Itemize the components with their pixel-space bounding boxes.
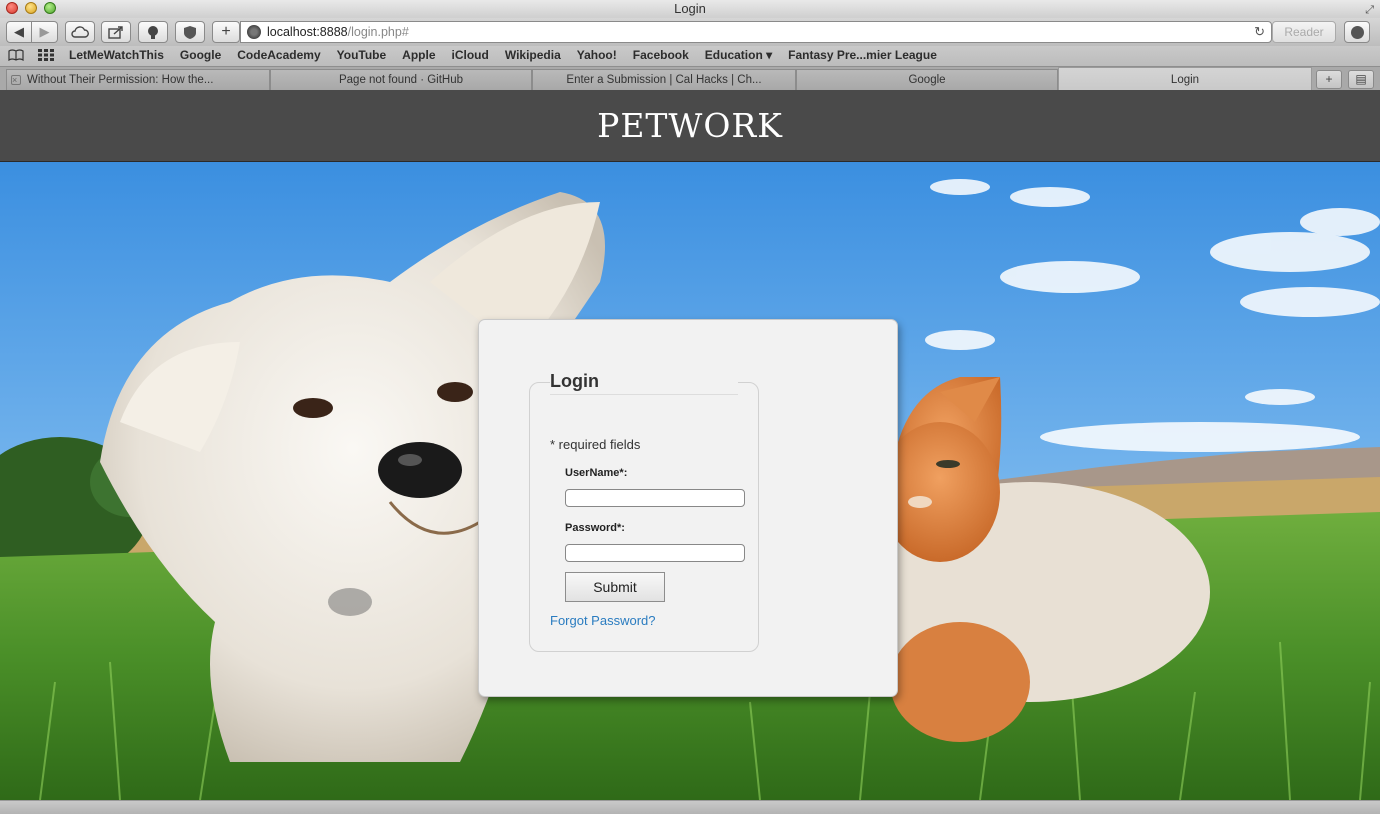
plus-icon: +	[1325, 72, 1333, 86]
add-bookmark-button[interactable]: +	[212, 21, 240, 43]
tab-overview-icon: ▤	[1355, 72, 1367, 86]
bookmark-folder-education[interactable]: Education ▾	[705, 46, 772, 65]
tab-cal-hacks[interactable]: Enter a Submission | Cal Hacks | Ch...	[532, 69, 796, 90]
close-tab-icon[interactable]: ×	[11, 75, 21, 85]
share-button[interactable]	[101, 21, 131, 43]
top-sites-button[interactable]	[138, 21, 168, 43]
reload-icon[interactable]: ↻	[1254, 22, 1265, 42]
extension-button[interactable]	[175, 21, 205, 43]
new-tab-button[interactable]: +	[1316, 70, 1342, 89]
icloud-tabs-button[interactable]	[65, 21, 95, 43]
plus-icon: +	[221, 23, 231, 40]
forward-icon: ▶	[39, 24, 50, 39]
back-button[interactable]: ◀	[6, 21, 32, 43]
bookmark-item[interactable]: Wikipedia	[505, 46, 561, 65]
site-header: PETWORK	[0, 90, 1380, 162]
close-window-button[interactable]	[6, 2, 18, 14]
reading-list-icon[interactable]	[8, 47, 24, 66]
bookmark-item[interactable]: Apple	[402, 46, 435, 65]
status-bar	[0, 800, 1380, 814]
tab-bar: × Without Their Permission: How the... P…	[0, 66, 1380, 91]
window-title: Login	[674, 1, 706, 16]
required-fields-note: * required fields	[550, 437, 641, 452]
tab-label: Page not found · GitHub	[338, 74, 464, 86]
tab-github[interactable]: Page not found · GitHub	[270, 69, 532, 90]
globe-icon	[247, 25, 261, 39]
forgot-password-link[interactable]: Forgot Password?	[550, 613, 656, 628]
share-icon	[108, 26, 123, 39]
web-page: PETWORK Login * required fields UserName…	[0, 90, 1380, 800]
bookmark-item[interactable]: Fantasy Pre...mier League	[788, 46, 937, 65]
tab-label: Without Their Permission: How the...	[27, 74, 214, 86]
address-bar[interactable]: localhost:8888/login.php# ↻	[240, 21, 1272, 43]
username-label: UserName*:	[565, 467, 628, 479]
url-host: localhost:8888	[267, 25, 348, 39]
cloud-icon	[71, 26, 89, 38]
top-sites-grid-icon[interactable]	[38, 47, 54, 66]
window-titlebar: Login ⤢	[0, 0, 1380, 18]
tab-google[interactable]: Google	[796, 69, 1058, 90]
tab-login[interactable]: Login	[1058, 67, 1312, 91]
tab-label: Enter a Submission | Cal Hacks | Ch...	[566, 74, 762, 86]
download-icon	[1351, 26, 1364, 39]
password-label: Password*:	[565, 522, 625, 534]
browser-toolbar: ◀ ▶ + localhost:8888/login.php# ↻ Reader	[0, 18, 1380, 46]
fullscreen-icon[interactable]: ⤢	[1365, 2, 1374, 19]
site-title: PETWORK	[597, 106, 783, 145]
username-input[interactable]	[565, 489, 745, 507]
bookmark-item[interactable]: Yahoo!	[577, 46, 617, 65]
forward-button[interactable]: ▶	[32, 21, 58, 43]
bookmark-item[interactable]: iCloud	[452, 46, 489, 65]
bookmark-item[interactable]: CodeAcademy	[237, 46, 320, 65]
url-path: /login.php#	[347, 25, 409, 39]
back-icon: ◀	[14, 24, 24, 39]
login-fieldset: Login * required fields UserName*: Passw…	[529, 371, 759, 652]
login-card: Login * required fields UserName*: Passw…	[478, 319, 898, 697]
zoom-window-button[interactable]	[44, 2, 56, 14]
reader-button[interactable]: Reader	[1272, 21, 1336, 43]
bookmark-item[interactable]: YouTube	[337, 46, 387, 65]
tab-label: Login	[1170, 74, 1200, 86]
bookmarks-bar: LetMeWatchThis Google CodeAcademy YouTub…	[0, 46, 1380, 66]
show-all-tabs-button[interactable]: ▤	[1348, 70, 1374, 89]
tab-label: Google	[908, 74, 946, 86]
bookmark-item[interactable]: LetMeWatchThis	[69, 46, 164, 65]
bookmark-item[interactable]: Google	[180, 46, 221, 65]
bookmark-item[interactable]: Facebook	[633, 46, 689, 65]
shield-icon	[184, 26, 196, 39]
minimize-window-button[interactable]	[25, 2, 37, 14]
login-legend: Login	[550, 371, 738, 395]
lightbulb-icon	[148, 26, 158, 39]
tab-without-their-permission[interactable]: × Without Their Permission: How the...	[6, 69, 270, 90]
submit-button[interactable]: Submit	[565, 572, 665, 602]
downloads-button[interactable]	[1344, 21, 1370, 43]
password-input[interactable]	[565, 544, 745, 562]
